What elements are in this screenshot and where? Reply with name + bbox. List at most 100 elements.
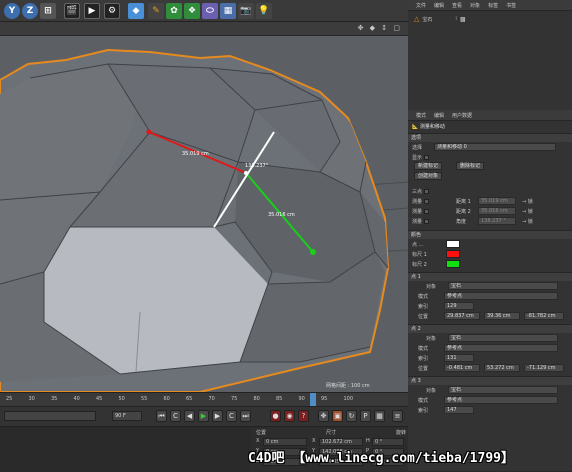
prev-frame-icon[interactable]: ◀ (184, 410, 195, 422)
show-checkbox[interactable] (423, 155, 429, 160)
play-icon[interactable]: ▶ (198, 410, 209, 422)
coord-axis-label: X (312, 438, 316, 444)
measure2-checkbox[interactable] (423, 209, 429, 214)
coord-rotation-field[interactable]: 0 ° (372, 438, 404, 446)
prev-key-icon[interactable]: C (170, 410, 181, 422)
coord-position-field[interactable]: 0 cm (263, 438, 307, 446)
new-marker-button[interactable]: 新建标记 (414, 162, 443, 170)
menu-mode[interactable]: 模式 (416, 112, 426, 119)
record-icon[interactable]: ● (270, 410, 281, 422)
subdivision-icon[interactable]: ✿ (166, 3, 182, 19)
grid-spacing-readout: 网格间距 : 100 cm (326, 383, 370, 389)
menu-edit-attr[interactable]: 编辑 (434, 112, 444, 119)
timeline-ruler[interactable]: 25 30 35 40 45 50 55 60 65 70 75 80 85 90 95 100 (0, 392, 408, 406)
scale-key-icon[interactable]: ▣ (332, 410, 343, 422)
p2-pos-x[interactable]: -0.481 cm (444, 364, 480, 372)
coord-rotation-label: H (366, 438, 370, 444)
point3-section[interactable]: 点 3 (408, 376, 572, 385)
viewport-header: ✥ ◆ ↕ ▢ (0, 22, 408, 36)
pen-icon[interactable]: ✎ (148, 3, 164, 19)
menu-tags[interactable]: 标签 (488, 2, 498, 9)
menu-user-data[interactable]: 用户数据 (452, 112, 472, 119)
distance2-field[interactable]: 35.016 cm (478, 207, 516, 215)
menu-view[interactable]: 查看 (452, 2, 462, 9)
timeline-tick: 60 (163, 396, 170, 402)
go-start-icon[interactable]: ⏮ (156, 410, 167, 422)
rotate-key-icon[interactable]: ↻ (346, 410, 357, 422)
menu-edit[interactable]: 编辑 (434, 2, 444, 9)
light-icon[interactable]: 💡 (256, 3, 272, 19)
p1-index-row: 索引 129 (408, 301, 572, 311)
menu-objects[interactable]: 对象 (470, 2, 480, 9)
menu-file[interactable]: 文件 (416, 2, 426, 9)
color-mark2-swatch[interactable] (446, 260, 460, 268)
p3-object-field[interactable]: 宝石 (448, 386, 558, 394)
p1-object-row: 对象 宝石 (408, 281, 572, 291)
measure1-checkbox[interactable] (423, 199, 429, 204)
coordinate-system-icon[interactable]: ⊞ (40, 3, 56, 19)
delete-marker-button[interactable]: 删除标记 (456, 162, 485, 170)
p3-index-field[interactable]: 147 (444, 406, 474, 414)
viewport-nav-icons[interactable]: ✥ ◆ ↕ ▢ (358, 24, 402, 32)
cube-icon[interactable]: ◆ (128, 3, 144, 19)
menu-bookmarks[interactable]: 书签 (506, 2, 516, 9)
p2-pos-z[interactable]: -71.129 cm (524, 364, 564, 372)
move-key-icon[interactable]: ✥ (318, 410, 329, 422)
p1-pos-x[interactable]: 29.837 cm (444, 312, 480, 320)
p2-object-field[interactable]: 宝石 (448, 334, 558, 342)
p2-index-field[interactable]: 131 (444, 354, 474, 362)
distance2-row: 测量 距离 2 35.016 cm → 锁 (412, 207, 533, 215)
p1-mode-dropdown[interactable]: 参考点 (444, 292, 558, 300)
z-axis-button[interactable]: Z (22, 3, 38, 19)
3d-viewport[interactable]: 35.019 cm 35.016 cm 138.237° 网格间距 : 100 … (0, 22, 408, 392)
render-settings-icon[interactable]: ⚙ (104, 3, 120, 19)
point2-section[interactable]: 点 2 (408, 324, 572, 333)
options-section[interactable]: 选项 (408, 133, 572, 142)
keyframe-selection-icon[interactable]: ? (298, 410, 309, 422)
p1-index-field[interactable]: 129 (444, 302, 474, 310)
render-region-icon[interactable]: ▶ (84, 3, 100, 19)
autokey-icon[interactable]: ◉ (284, 410, 295, 422)
p1-pos-y[interactable]: 39.36 cm (484, 312, 520, 320)
angle-field[interactable]: 138.237 ° (478, 217, 516, 225)
render-view-icon[interactable]: 🎬 (64, 3, 80, 19)
coord-size-field[interactable]: 102.672 cm (319, 438, 363, 446)
color-section[interactable]: 颜色 (408, 230, 572, 239)
angle-label: 138.237° (245, 163, 269, 169)
measure-angle-checkbox[interactable] (423, 219, 429, 224)
go-end-icon[interactable]: ⏭ (240, 410, 251, 422)
object-manager: 文件 编辑 查看 对象 标签 书签 △ 宝石 ⁞ ▩ (408, 0, 572, 110)
timeline-tick: 90 (298, 396, 305, 402)
coords-headers: 位置 尺寸 旋转 (256, 430, 407, 436)
pla-key-icon[interactable]: ▦ (374, 410, 385, 422)
p1-pos-z[interactable]: -81.782 cm (524, 312, 564, 320)
p2-pos-y[interactable]: 53.272 cm (484, 364, 520, 372)
color-mark1-swatch[interactable] (446, 250, 460, 258)
create-object-button[interactable]: 创建对象 (414, 172, 443, 180)
p2-mode-dropdown[interactable]: 参考点 (444, 344, 558, 352)
y-axis-button[interactable]: Y (4, 3, 20, 19)
timeline-menu-icon[interactable]: ≡ (392, 410, 403, 422)
p1-object-field[interactable]: 宝石 (448, 282, 558, 290)
next-key-icon[interactable]: C (226, 410, 237, 422)
p3-mode-dropdown[interactable]: 参考点 (444, 396, 558, 404)
floor-icon[interactable]: ▦ (220, 3, 236, 19)
color-point-swatch[interactable] (446, 240, 460, 248)
visibility-dots-icon[interactable]: ⁞ (455, 16, 457, 22)
playhead[interactable] (310, 393, 316, 406)
point1-section[interactable]: 点 1 (408, 272, 572, 281)
deformer-icon[interactable]: ⬭ (202, 3, 218, 19)
select-dropdown[interactable]: 测量和移动 0 (434, 143, 556, 151)
frame-start-field[interactable] (4, 411, 96, 421)
tag-icon[interactable]: ▩ (460, 16, 466, 23)
next-frame-icon[interactable]: ▶ (212, 410, 223, 422)
array-icon[interactable]: ❖ (184, 3, 200, 19)
object-row[interactable]: △ 宝石 ⁞ ▩ (414, 15, 466, 23)
camera-icon[interactable]: 📷 (238, 3, 254, 19)
show-row: 显示 (408, 152, 572, 162)
p2-mode-row: 模式 参考点 (408, 343, 572, 353)
distance1-field[interactable]: 35.019 cm (478, 197, 516, 205)
three-point-checkbox[interactable] (423, 189, 429, 194)
param-key-icon[interactable]: P (360, 410, 371, 422)
frame-end-field[interactable]: 90 F (112, 411, 142, 421)
